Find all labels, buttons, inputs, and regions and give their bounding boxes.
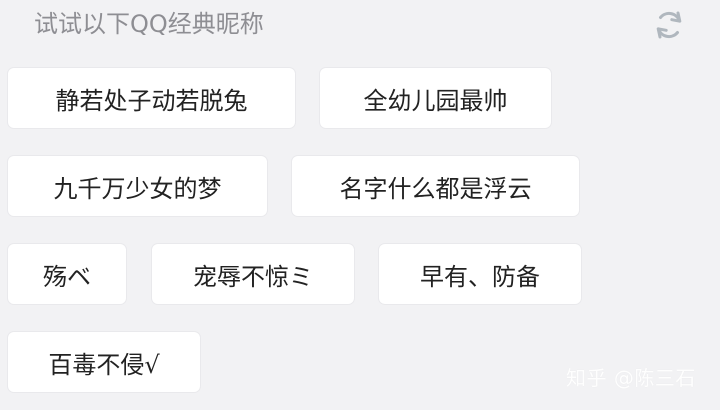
nickname-tag[interactable]: 静若处子动若脱兔 bbox=[8, 68, 295, 128]
nickname-tag[interactable]: 宠辱不惊ミ bbox=[152, 244, 354, 304]
nickname-tag[interactable]: 九千万少女的梦 bbox=[8, 156, 267, 216]
nickname-tag[interactable]: 早有、防备 bbox=[379, 244, 581, 304]
nickname-tag[interactable]: 全幼儿园最帅 bbox=[320, 68, 551, 128]
nickname-tag[interactable]: 百毒不侵√ bbox=[8, 332, 200, 392]
nickname-tag[interactable]: 名字什么都是浮云 bbox=[292, 156, 579, 216]
watermark: 知乎 @陈三石 bbox=[566, 366, 696, 390]
nickname-tag[interactable]: 殇ベ bbox=[8, 244, 126, 304]
nickname-list: 静若处子动若脱兔 全幼儿园最帅 九千万少女的梦 名字什么都是浮云 殇ベ 宠辱不惊… bbox=[0, 0, 720, 410]
